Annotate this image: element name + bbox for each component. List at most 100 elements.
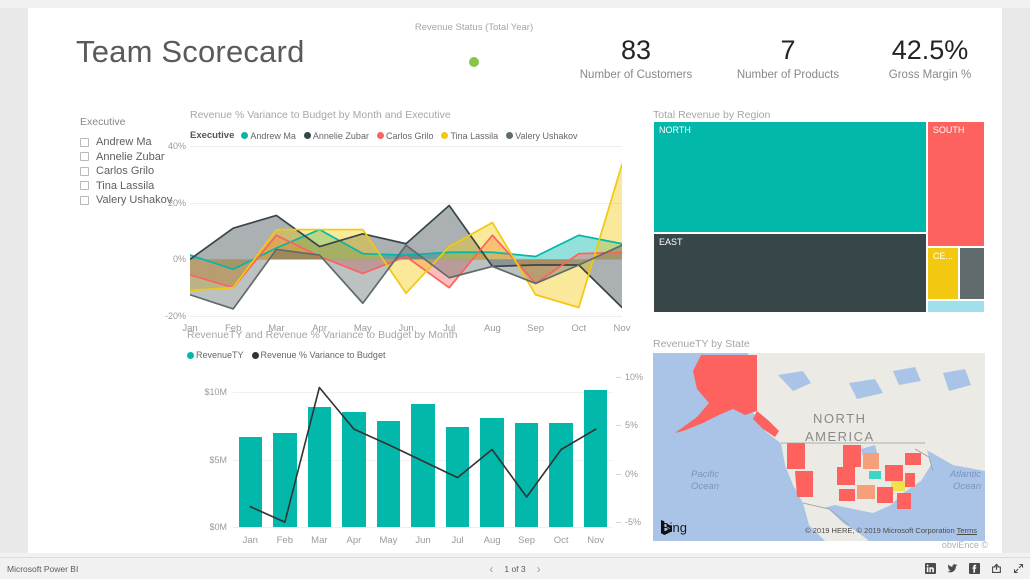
previous-page-button[interactable]: ‹ <box>489 563 493 575</box>
obvience-watermark: obviEnce © <box>941 540 988 550</box>
bing-logo[interactable]: Bing <box>661 520 687 535</box>
next-page-button[interactable]: › <box>537 563 541 575</box>
legend-item-valery-ushakov[interactable]: Valery Ushakov <box>506 131 578 141</box>
page-navigation: ‹ 1 of 3 › <box>489 563 540 575</box>
treemap-tile-label: NORTH <box>659 125 691 135</box>
slicer-item-annelie-zubar[interactable]: Annelie Zubar <box>80 150 190 165</box>
kpi-revenue-status[interactable]: Revenue Status (Total Year) <box>386 22 562 67</box>
treemap-tile-south[interactable]: SOUTH <box>926 121 985 247</box>
treemap-tile-ce[interactable]: CE... <box>926 246 959 300</box>
x-axis-tick-label: Jun <box>415 535 431 546</box>
treemap-tile-label: EAST <box>659 237 683 248</box>
bar-column[interactable] <box>480 417 504 527</box>
map-title: RevenueTY by State <box>653 338 750 350</box>
status-bar: Microsoft Power BI ‹ 1 of 3 › <box>0 557 1030 579</box>
right-axis-tick-mark <box>616 376 621 378</box>
legend-swatch-icon <box>441 132 449 139</box>
x-axis-tick-label: Nov <box>587 535 605 546</box>
legend-item-revenuety[interactable]: RevenueTY <box>187 350 244 360</box>
fullscreen-icon[interactable] <box>1013 563 1024 574</box>
combo-chart-legend[interactable]: RevenueTY Revenue % Variance to Budget <box>187 350 390 360</box>
legend-item-tina-lassila[interactable]: Tina Lassila <box>441 131 498 141</box>
right-axis-tick-mark <box>616 473 621 475</box>
map-terms-link[interactable]: Terms <box>957 526 977 535</box>
linkedin-icon[interactable] <box>925 563 936 574</box>
slicer-checkbox[interactable] <box>80 152 89 162</box>
canvas-right-rail <box>1002 8 1030 553</box>
left-y-axis-tick-label: $0M <box>209 522 227 532</box>
right-axis-tick-mark <box>616 425 621 427</box>
line-chart-title: Revenue % Variance to Budget by Month an… <box>190 109 451 121</box>
x-axis-tick-label: May <box>379 535 398 546</box>
slicer-checkbox[interactable] <box>80 195 89 205</box>
slicer-item-carlos-grilo[interactable]: Carlos Grilo <box>80 164 190 179</box>
x-axis-tick-label: Aug <box>483 323 501 334</box>
executive-slicer: Executive Andrew Ma Annelie Zubar Carlos G… <box>80 116 190 208</box>
power-bi-report-viewer: Team Scorecard Revenue Status (Total Yea… <box>0 0 1030 579</box>
share-icon[interactable] <box>991 563 1002 574</box>
treemap-tile-label: CE... <box>932 250 953 261</box>
legend-label: Annelie Zubar <box>312 130 369 141</box>
slicer-item-label: Andrew Ma <box>96 136 152 149</box>
slicer-title: Executive <box>80 116 126 128</box>
line-chart-legend[interactable]: Executive Andrew Ma Annelie Zubar Carlos Gr… <box>190 130 583 141</box>
bar-column[interactable] <box>411 404 435 527</box>
kpi-margin-label: Gross Margin % <box>888 69 972 82</box>
combo-chart-title: RevenueTY and Revenue % Variance to Budg… <box>187 329 458 341</box>
twitter-icon[interactable] <box>947 563 958 574</box>
legend-swatch-icon <box>506 132 514 139</box>
x-axis-tick-label: Mar <box>311 535 328 546</box>
bar-column[interactable] <box>307 407 332 527</box>
slicer-item-tina-lassila[interactable]: Tina Lassila <box>80 179 190 194</box>
bar-column[interactable] <box>273 432 297 527</box>
legend-label: Revenue % Variance to Budget <box>260 350 386 360</box>
bar-column[interactable] <box>445 427 470 527</box>
bar-column[interactable] <box>238 436 262 527</box>
revenue-variance-by-month-and-executive-chart[interactable]: 40% 20% 0% -20% Jan Feb Mar Apr May Jun Jul Aug Sep O… <box>165 141 630 334</box>
treemap-tile-north[interactable]: NORTH <box>653 121 927 234</box>
legend-item-annelie-zubar[interactable]: Annelie Zubar <box>303 130 369 141</box>
legend-swatch-icon <box>303 132 311 139</box>
x-axis-tick-label: Jan <box>242 535 258 546</box>
report-canvas: Team Scorecard Revenue Status (Total Yea… <box>28 8 1002 553</box>
legend-item-andrew-ma[interactable]: Andrew Ma <box>241 131 296 141</box>
treemap-tile[interactable] <box>926 299 985 313</box>
bar-column[interactable] <box>549 423 573 527</box>
legend-label: RevenueTY <box>196 350 244 360</box>
gridline <box>233 392 613 394</box>
map-ocean-label-pacific-line2: Ocean <box>691 481 719 492</box>
slicer-item-label: Valery Ushakov <box>96 194 173 207</box>
kpi-gross-margin[interactable]: 42.5% Gross Margin % <box>842 36 1018 82</box>
x-axis-tick-label: Sep <box>518 535 536 546</box>
x-axis-tick-label: Feb <box>276 535 293 546</box>
legend-item-carlos-grilo[interactable]: Carlos Grilo <box>376 130 434 141</box>
bar-column[interactable] <box>514 423 539 527</box>
right-y-axis-tick-label: -5% <box>625 517 642 528</box>
x-axis-tick-label: Jul <box>451 535 464 546</box>
legend-item-revenue-variance-to-budget[interactable]: Revenue % Variance to Budget <box>251 350 386 360</box>
gridline <box>233 527 613 528</box>
slicer-checkbox[interactable] <box>80 137 89 147</box>
bar-column[interactable] <box>583 389 608 527</box>
x-axis-tick-label: Aug <box>483 535 501 546</box>
revenuety-by-state-map[interactable]: NORTH AMERICA Pacific Ocean Atlantic Oce… <box>653 353 985 541</box>
legend-swatch-icon <box>376 132 384 139</box>
bar-column[interactable] <box>342 412 366 527</box>
revenuety-and-variance-by-month-chart[interactable]: $0M $5M $10M 10% 5% 0% -5% Jan Feb Mar Apr May Jun Ju… <box>204 372 643 546</box>
kpi-number-of-customers[interactable]: 83 Number of Customers <box>548 36 724 82</box>
area-chart-plot <box>190 163 622 310</box>
slicer-checkbox[interactable] <box>80 181 89 191</box>
legend-label: Carlos Grilo <box>385 130 434 141</box>
x-axis-tick-label: Nov <box>613 323 631 334</box>
total-revenue-by-region-treemap[interactable]: NORTH EAST SOUTH CE... <box>653 121 985 313</box>
x-axis-tick-label: Sep <box>527 323 545 334</box>
legend-swatch-icon <box>251 351 259 359</box>
map-attribution: © 2019 HERE, © 2019 Microsoft Corporatio… <box>805 526 977 535</box>
slicer-item-label: Tina Lassila <box>96 179 155 192</box>
treemap-tile[interactable] <box>958 246 985 300</box>
y-axis-tick-label: 20% <box>167 197 186 208</box>
bar-column[interactable] <box>376 420 401 527</box>
facebook-icon[interactable] <box>969 563 980 574</box>
slicer-checkbox[interactable] <box>80 166 89 176</box>
treemap-tile-east[interactable]: EAST <box>653 233 927 313</box>
